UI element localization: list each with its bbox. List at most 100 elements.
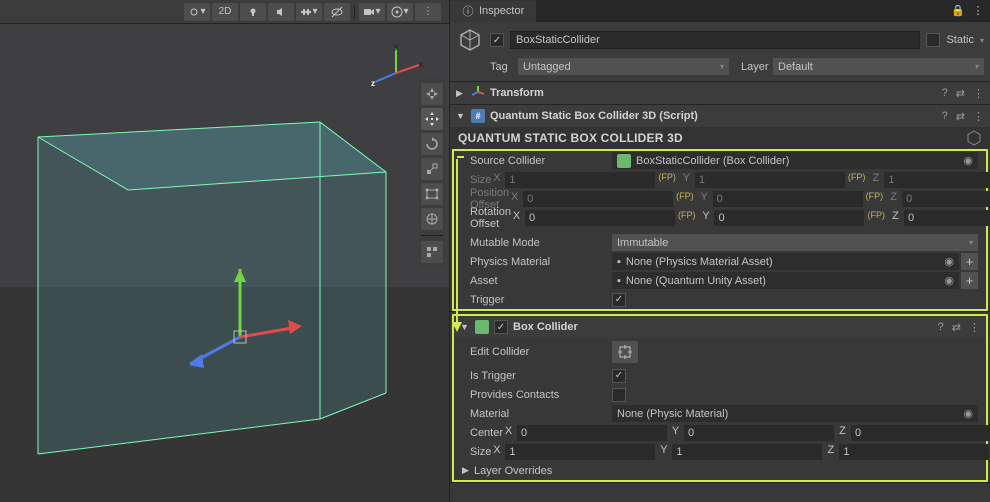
move-tool[interactable] bbox=[421, 108, 443, 130]
preset-icon[interactable]: ⇄ bbox=[952, 321, 961, 334]
rect-tool[interactable] bbox=[421, 183, 443, 205]
object-picker-icon[interactable]: ◉ bbox=[944, 255, 954, 268]
pos-z[interactable] bbox=[902, 191, 990, 207]
rot-x[interactable] bbox=[525, 210, 675, 226]
gameobject-active-checkbox[interactable] bbox=[490, 33, 504, 47]
layer-label: Layer bbox=[733, 61, 769, 73]
trigger-checkbox[interactable] bbox=[612, 293, 626, 307]
boxcollider-component: ▼ Box Collider ? ⇄ ⋮ Edit Collider Is Tr… bbox=[450, 312, 990, 483]
edit-collider-button[interactable] bbox=[612, 341, 638, 363]
camera-dropdown[interactable]: ▾ bbox=[359, 3, 385, 21]
physmat-add-button[interactable]: + bbox=[961, 253, 978, 270]
static-checkbox[interactable] bbox=[926, 33, 940, 47]
mutable-dropdown[interactable]: Immutable bbox=[612, 234, 978, 251]
inspector-tab[interactable]: ⓘ Inspector bbox=[450, 0, 536, 22]
menu-icon[interactable]: ⋮ bbox=[973, 110, 984, 123]
preset-icon[interactable]: ⇄ bbox=[956, 110, 965, 123]
scene-tool-strip bbox=[419, 79, 445, 267]
svg-text:y: y bbox=[394, 42, 399, 51]
rotate-tool[interactable] bbox=[421, 133, 443, 155]
static-label: Static bbox=[946, 34, 974, 46]
asset-label: Asset bbox=[462, 275, 612, 287]
layerov-label: Layer Overrides bbox=[472, 465, 622, 477]
more-menu[interactable]: ⋮ bbox=[415, 3, 441, 21]
lighting-toggle[interactable] bbox=[240, 3, 266, 21]
center-x[interactable] bbox=[517, 425, 667, 441]
menu-icon[interactable]: ⋮ bbox=[973, 87, 984, 100]
physmat-label: Physics Material bbox=[462, 256, 612, 268]
scene-toolbar: ▾ 2D ▾ ▾ ▾ ⋮ bbox=[0, 0, 449, 24]
transform-foldout[interactable]: ▶ bbox=[456, 88, 466, 99]
script-icon: # bbox=[471, 109, 485, 123]
help-icon[interactable]: ? bbox=[942, 87, 948, 100]
scene-panel: ▾ 2D ▾ ▾ ▾ ⋮ bbox=[0, 0, 450, 502]
bsize-y[interactable] bbox=[672, 444, 822, 460]
gameobject-header: Static ▾ Tag Untagged Layer Default bbox=[450, 22, 990, 82]
size-y[interactable] bbox=[695, 172, 845, 188]
asset-field[interactable]: ▪ None (Quantum Unity Asset) ◉ bbox=[612, 272, 959, 289]
scene-viewport[interactable]: y x z bbox=[0, 24, 449, 502]
provides-label: Provides Contacts bbox=[462, 389, 612, 401]
provides-checkbox[interactable] bbox=[612, 388, 626, 402]
info-icon: ⓘ bbox=[462, 5, 474, 17]
object-picker-icon[interactable]: ◉ bbox=[944, 274, 954, 287]
transform-gizmo[interactable] bbox=[190, 269, 330, 409]
center-z[interactable] bbox=[851, 425, 990, 441]
help-icon[interactable]: ? bbox=[938, 321, 944, 334]
layer-dropdown[interactable]: Default bbox=[773, 58, 984, 75]
hex-icon bbox=[966, 130, 982, 146]
size-x[interactable] bbox=[505, 172, 655, 188]
mode-2d-toggle[interactable]: 2D bbox=[212, 3, 238, 21]
draw-mode-dropdown[interactable]: ▾ bbox=[184, 3, 210, 21]
transform-title: Transform bbox=[490, 87, 937, 99]
visibility-toggle[interactable] bbox=[324, 3, 350, 21]
custom-tools[interactable] bbox=[421, 241, 443, 263]
static-dropdown[interactable]: ▾ bbox=[980, 36, 984, 45]
source-collider-field[interactable]: BoxStaticCollider (Box Collider) ◉ bbox=[612, 152, 978, 169]
size-label: Size bbox=[462, 174, 491, 186]
svg-text:z: z bbox=[371, 79, 375, 88]
center-y[interactable] bbox=[684, 425, 834, 441]
boxcollider-icon bbox=[475, 320, 489, 334]
tag-label: Tag bbox=[490, 61, 514, 73]
gameobject-name-input[interactable] bbox=[510, 31, 920, 49]
boxcollider-enabled-checkbox[interactable] bbox=[494, 320, 508, 334]
istrigger-checkbox[interactable] bbox=[612, 369, 626, 383]
menu-icon[interactable]: ⋮ bbox=[969, 321, 980, 334]
rot-y[interactable] bbox=[714, 210, 864, 226]
tag-dropdown[interactable]: Untagged bbox=[518, 58, 729, 75]
object-picker-icon[interactable]: ◉ bbox=[963, 154, 973, 167]
quantum-foldout[interactable]: ▼ bbox=[456, 111, 466, 121]
asset-add-button[interactable]: + bbox=[961, 272, 978, 289]
audio-toggle[interactable] bbox=[268, 3, 294, 21]
bsize-z[interactable] bbox=[839, 444, 989, 460]
source-collider-label: Source Collider bbox=[462, 155, 612, 167]
lock-icon[interactable]: 🔒 bbox=[952, 5, 964, 17]
object-picker-icon[interactable]: ◉ bbox=[963, 407, 973, 420]
material-field[interactable]: None (Physic Material) ◉ bbox=[612, 405, 978, 422]
edit-collider-label: Edit Collider bbox=[462, 346, 612, 358]
bsize-label: Size bbox=[462, 446, 491, 458]
inspector-tab-bar: ⓘ Inspector 🔒 ⋮ bbox=[450, 0, 990, 22]
scale-tool[interactable] bbox=[421, 158, 443, 180]
gameobject-icon[interactable] bbox=[456, 26, 484, 54]
material-label: Material bbox=[462, 408, 612, 420]
gizmos-dropdown[interactable]: ▾ bbox=[387, 3, 413, 21]
preset-icon[interactable]: ⇄ bbox=[956, 87, 965, 100]
help-icon[interactable]: ? bbox=[942, 110, 948, 123]
transform-component: ▶ Transform ? ⇄ ⋮ bbox=[450, 82, 990, 105]
size-z[interactable] bbox=[884, 172, 990, 188]
center-label: Center bbox=[462, 427, 503, 439]
asset-mini-icon: ▪ bbox=[617, 275, 621, 287]
view-tool[interactable] bbox=[421, 83, 443, 105]
tab-menu-icon[interactable]: ⋮ bbox=[972, 5, 984, 17]
transform-tool[interactable] bbox=[421, 208, 443, 230]
pos-y[interactable] bbox=[713, 191, 863, 207]
bsize-x[interactable] bbox=[505, 444, 655, 460]
fx-toggle[interactable]: ▾ bbox=[296, 3, 322, 21]
layerov-foldout[interactable]: ▶ bbox=[462, 465, 472, 476]
physmat-field[interactable]: ▪ None (Physics Material Asset) ◉ bbox=[612, 253, 959, 270]
boxcollider-mini-icon bbox=[617, 154, 631, 168]
pos-x[interactable] bbox=[523, 191, 673, 207]
rot-z[interactable] bbox=[904, 210, 990, 226]
